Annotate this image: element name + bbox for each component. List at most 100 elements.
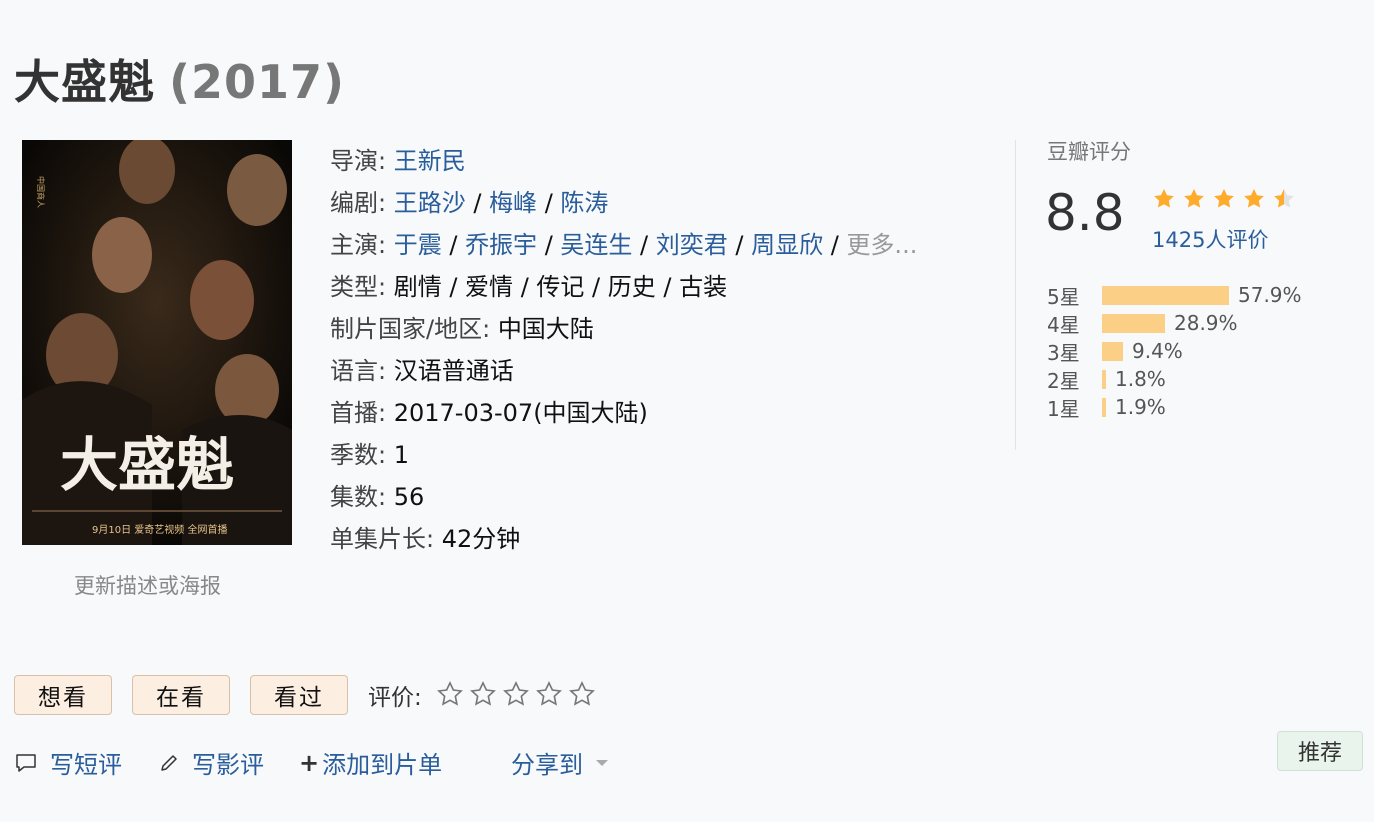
writer-link[interactable]: 陈涛 (560, 189, 608, 217)
premiere-value: 2017-03-07(中国大陆) (393, 399, 648, 427)
short-review-label: 写短评 (50, 751, 122, 779)
genre-label: 类型 (330, 273, 378, 301)
recommend-button[interactable]: 推荐 (1277, 731, 1363, 771)
rate-star-4-icon[interactable] (535, 680, 563, 708)
rate-star-5-icon[interactable] (568, 680, 596, 708)
page-title: 大盛魁 (2017) (14, 46, 345, 112)
writer-label: 编剧 (330, 189, 378, 217)
cast-link[interactable]: 乔振宇 (465, 231, 537, 259)
rating-dist-row: 4星 28.9% (1047, 309, 1238, 337)
writer-link[interactable]: 王路沙 (394, 189, 466, 217)
poster-bottom-text: 9月10日 爱奇艺视频 全网首播 (92, 523, 227, 536)
write-review-label: 写影评 (192, 751, 264, 779)
rate-star-3-icon[interactable] (502, 680, 530, 708)
rating-dist-bar (1102, 341, 1123, 361)
director-label: 导演 (330, 147, 378, 175)
watching-button[interactable]: 在看 (132, 675, 230, 715)
episodes-label: 集数 (330, 483, 378, 511)
rating-dist-percent: 1.9% (1115, 395, 1166, 419)
info-panel: 导演: 王新民 编剧: 王路沙 / 梅峰 / 陈涛 主演: 于震 / 乔振宇 /… (330, 140, 917, 560)
genre-row: 类型: 剧情 / 爱情 / 传记 / 历史 / 古装 (330, 273, 728, 301)
rating-dist-row: 2星 1.8% (1047, 365, 1166, 393)
rating-dist-bar (1102, 285, 1229, 305)
rate-label: 评价: (368, 685, 422, 711)
cast-link[interactable]: 吴连生 (560, 231, 632, 259)
rating-dist-bar (1102, 369, 1106, 389)
runtime-label: 单集片长 (330, 525, 426, 553)
cast-row: 主演: 于震 / 乔振宇 / 吴连生 / 刘奕君 / 周显欣 / 更多... (330, 231, 918, 259)
rating-dist-percent: 57.9% (1238, 283, 1302, 307)
cast-link[interactable]: 于震 (394, 231, 442, 259)
premiere-label: 首播 (330, 399, 378, 427)
write-review-link[interactable]: 写影评 (158, 745, 264, 780)
rating-dist-row: 3星 9.4% (1047, 337, 1183, 365)
show-title: 大盛魁 (14, 55, 155, 109)
rating-dist-row: 5星 57.9% (1047, 281, 1302, 309)
language-label: 语言 (330, 357, 378, 385)
rating-dist-label: 1星 (1047, 396, 1080, 421)
cast-link[interactable]: 周显欣 (751, 231, 823, 259)
rating-dist-label: 2星 (1047, 368, 1080, 393)
rating-stars (1152, 184, 1302, 220)
rating-dist-bar (1102, 397, 1106, 417)
rate-star-1-icon[interactable] (436, 680, 464, 708)
rating-star-icon (1154, 189, 1174, 208)
show-year: (2017) (169, 55, 346, 109)
add-to-list-label: 添加到片单 (322, 751, 443, 779)
rating-score: 8.8 (1045, 184, 1125, 242)
chevron-down-icon (596, 759, 608, 766)
share-dropdown[interactable]: 分享到 (511, 745, 609, 780)
rating-dist-label: 5星 (1047, 284, 1080, 309)
cast-label: 主演 (330, 231, 378, 259)
rating-title: 豆瓣评分 (1047, 140, 1131, 164)
writer-row: 编剧: 王路沙 / 梅峰 / 陈涛 (330, 189, 609, 217)
genre-value: 剧情 / 爱情 / 传记 / 历史 / 古装 (393, 273, 728, 301)
rating-stars-svg (1154, 189, 1294, 208)
seasons-row: 季数: 1 (330, 441, 409, 469)
update-description-link[interactable]: 更新描述或海报 (74, 570, 221, 600)
add-to-list-link[interactable]: + 添加到片单 (299, 745, 442, 780)
comment-icon (16, 753, 36, 772)
poster-artwork: 中国商人 大盛魁 9月10日 爱奇艺视频 全网首播 (22, 140, 292, 545)
country-row: 制片国家/地区: 中国大陆 (330, 315, 594, 343)
rating-dist-label: 3星 (1047, 340, 1080, 365)
rating-count-link[interactable]: 1425人评价 (1152, 224, 1268, 254)
svg-text:中国商人: 中国商人 (36, 176, 46, 208)
director-link[interactable]: 王新民 (394, 147, 466, 175)
director-row: 导演: 王新民 (330, 147, 466, 175)
rating-star-icon (1274, 189, 1294, 208)
watched-button[interactable]: 看过 (250, 675, 348, 715)
runtime-row: 单集片长: 42分钟 (330, 525, 521, 553)
section-divider (1015, 140, 1016, 450)
poster-image[interactable]: 中国商人 大盛魁 9月10日 爱奇艺视频 全网首播 (22, 140, 292, 545)
cast-link[interactable]: 刘奕君 (656, 231, 728, 259)
episodes-row: 集数: 56 (330, 483, 425, 511)
rating-dist-bar (1102, 313, 1165, 333)
short-review-link[interactable]: 写短评 (14, 745, 122, 780)
rating-dist-percent: 28.9% (1174, 311, 1238, 335)
poster-title-text: 大盛魁 (60, 431, 234, 499)
cast-more-link[interactable]: 更多... (846, 231, 917, 259)
rate-stars (436, 680, 596, 708)
want-button[interactable]: 想看 (14, 675, 112, 715)
country-value: 中国大陆 (497, 315, 594, 343)
writer-link[interactable]: 梅峰 (489, 189, 537, 217)
rating-dist-label: 4星 (1047, 312, 1080, 337)
seasons-label: 季数 (330, 441, 378, 469)
seasons-value: 1 (393, 441, 409, 469)
premiere-row: 首播: 2017-03-07(中国大陆) (330, 399, 648, 427)
episodes-value: 56 (393, 483, 425, 511)
rating-dist-row: 1星 1.9% (1047, 393, 1166, 421)
rate-star-2-icon[interactable] (469, 680, 497, 708)
plus-icon: + (299, 748, 320, 777)
rating-star-icon (1244, 189, 1264, 208)
pencil-icon (161, 754, 177, 771)
rating-star-icon (1214, 189, 1234, 208)
share-label: 分享到 (511, 751, 583, 779)
rating-star-icon (1184, 189, 1204, 208)
runtime-value: 42分钟 (441, 525, 521, 553)
rating-dist-percent: 9.4% (1132, 339, 1183, 363)
language-row: 语言: 汉语普通话 (330, 357, 514, 385)
rating-dist-percent: 1.8% (1115, 367, 1166, 391)
country-label: 制片国家/地区 (330, 315, 483, 343)
